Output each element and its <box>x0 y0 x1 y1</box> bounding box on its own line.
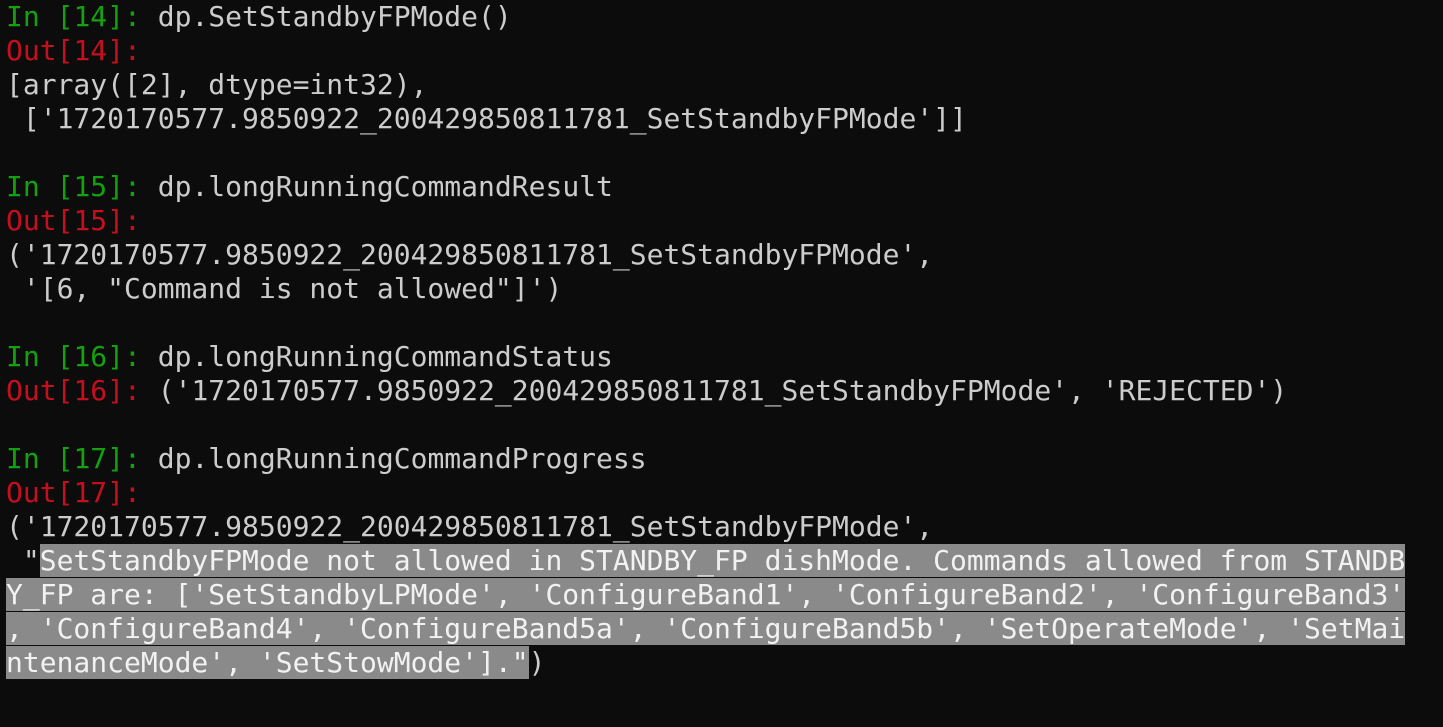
selected-text[interactable]: , 'ConfigureBand4', 'ConfigureBand5a', '… <box>6 612 1406 645</box>
terminal-output[interactable]: In [14]: dp.SetStandbyFPMode() Out[14]: … <box>6 0 1443 680</box>
output-line: ('1720170577.9850922_200429850811781_Set… <box>6 238 934 271</box>
input-line: In [14]: dp.SetStandbyFPMode() <box>6 0 1443 34</box>
output-value: ('1720170577.9850922_200429850811781_Set… <box>157 374 1288 407</box>
output-line: [array([2], dtype=int32), <box>6 68 428 101</box>
selected-output-line[interactable]: , 'ConfigureBand4', 'ConfigureBand5a', '… <box>6 612 1443 646</box>
selected-output-line[interactable]: ntenanceMode', 'SetStowMode'].") <box>6 646 1443 680</box>
output-prompt-line: Out[15]: <box>6 204 1443 238</box>
output-line: ('1720170577.9850922_200429850811781_Set… <box>6 510 934 543</box>
selected-output-line[interactable]: Y_FP are: ['SetStandbyLPMode', 'Configur… <box>6 578 1443 612</box>
output-line: '[6, "Command is not allowed"]') <box>6 272 563 305</box>
input-code: dp.longRunningCommandResult <box>157 170 613 203</box>
selected-text[interactable]: ntenanceMode', 'SetStowMode']." <box>6 646 529 679</box>
output-line: ['1720170577.9850922_200429850811781_Set… <box>6 102 967 135</box>
selected-text[interactable]: SetStandbyFPMode not allowed in STANDBY_… <box>39 544 1406 577</box>
selected-output-line[interactable]: "SetStandbyFPMode not allowed in STANDBY… <box>6 544 1443 578</box>
input-line: In [17]: dp.longRunningCommandProgress <box>6 442 1443 476</box>
out-prompt: Out[15]: <box>6 204 141 237</box>
selected-text[interactable]: Y_FP are: ['SetStandbyLPMode', 'Configur… <box>6 578 1406 611</box>
input-code: dp.SetStandbyFPMode() <box>157 0 512 33</box>
output-prompt-line: Out[17]: <box>6 476 1443 510</box>
output-suffix: ) <box>528 646 546 679</box>
input-code: dp.longRunningCommandProgress <box>157 442 647 475</box>
in-prompt: In [14]: <box>6 0 158 33</box>
in-prompt: In [15]: <box>6 170 158 203</box>
input-code: dp.longRunningCommandStatus <box>157 340 613 373</box>
output-prefix: " <box>6 544 40 577</box>
input-line: In [16]: dp.longRunningCommandStatus <box>6 340 1443 374</box>
output-prompt-line: Out[14]: <box>6 34 1443 68</box>
input-line: In [15]: dp.longRunningCommandResult <box>6 170 1443 204</box>
in-prompt: In [17]: <box>6 442 158 475</box>
out-prompt: Out[14]: <box>6 34 141 67</box>
in-prompt: In [16]: <box>6 340 158 373</box>
out-prompt: Out[16]: <box>6 374 158 407</box>
out-prompt: Out[17]: <box>6 476 141 509</box>
output-line: Out[16]: ('1720170577.9850922_2004298508… <box>6 374 1443 408</box>
